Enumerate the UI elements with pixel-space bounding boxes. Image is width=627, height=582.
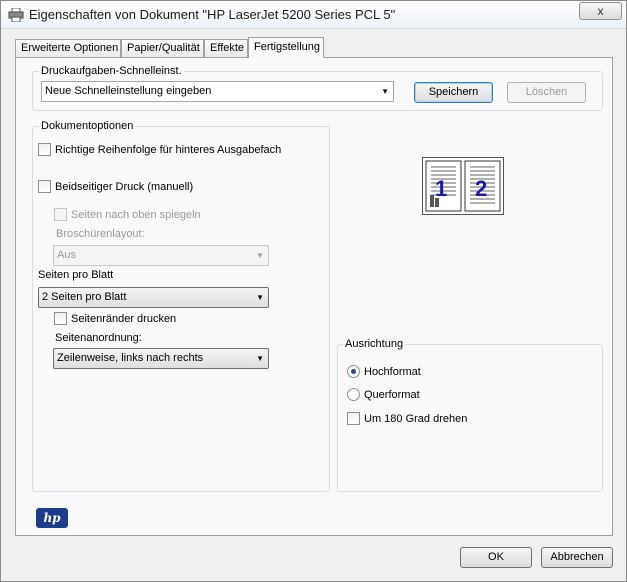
save-quickset-button[interactable]: Speichern bbox=[414, 82, 493, 103]
printer-icon bbox=[8, 8, 24, 22]
chevron-down-icon: ▼ bbox=[256, 293, 264, 302]
booklet-layout-dropdown[interactable]: Aus ▼ bbox=[53, 245, 269, 266]
landscape-radio[interactable]: Querformat bbox=[347, 388, 420, 401]
checkbox-box bbox=[54, 312, 67, 325]
orientation-group-label: Ausrichtung bbox=[343, 338, 406, 350]
quickset-value: Neue Schnelleinstellung eingeben bbox=[45, 85, 212, 97]
hp-logo: hp bbox=[36, 508, 68, 528]
rotate-180-checkbox[interactable]: Um 180 Grad drehen bbox=[347, 412, 467, 425]
tab-finishing[interactable]: Fertigstellung bbox=[248, 37, 324, 58]
checkbox-box bbox=[347, 412, 360, 425]
window-title: Eigenschaften von Dokument "HP LaserJet … bbox=[29, 7, 396, 22]
checkbox-box bbox=[38, 180, 51, 193]
tab-paper-quality[interactable]: Papier/Qualität bbox=[121, 39, 204, 57]
layout-preview: 1 2 bbox=[422, 157, 504, 215]
ok-button[interactable]: OK bbox=[460, 547, 532, 568]
cancel-button[interactable]: Abbrechen bbox=[541, 547, 613, 568]
portrait-label: Hochformat bbox=[364, 365, 421, 378]
reverse-order-label: Richtige Reihenfolge für hinteres Ausgab… bbox=[55, 143, 282, 156]
landscape-label: Querformat bbox=[364, 388, 420, 401]
pages-per-sheet-label: Seiten pro Blatt bbox=[38, 269, 114, 281]
portrait-radio[interactable]: Hochformat bbox=[347, 365, 421, 378]
booklet-layout-value: Aus bbox=[57, 249, 76, 261]
pages-per-sheet-value: 2 Seiten pro Blatt bbox=[42, 291, 127, 303]
tab-effects[interactable]: Effekte bbox=[204, 39, 248, 57]
rotate-180-label: Um 180 Grad drehen bbox=[364, 412, 468, 425]
two-up-preview-image: 1 2 bbox=[425, 160, 501, 212]
page-order-label: Seitenanordnung: bbox=[55, 332, 142, 344]
print-borders-label: Seitenränder drucken bbox=[71, 312, 177, 325]
flip-pages-label: Seiten nach oben spiegeln bbox=[71, 208, 201, 221]
radio-dot bbox=[347, 365, 360, 378]
quickset-dropdown[interactable]: Neue Schnelleinstellung eingeben ▼ bbox=[41, 81, 394, 102]
checkbox-box bbox=[38, 143, 51, 156]
chevron-down-icon: ▼ bbox=[256, 251, 264, 260]
title-bar: Eigenschaften von Dokument "HP LaserJet … bbox=[1, 1, 626, 29]
booklet-layout-label: Broschürenlayout: bbox=[56, 228, 145, 240]
close-button[interactable]: x bbox=[579, 2, 622, 20]
properties-dialog: Eigenschaften von Dokument "HP LaserJet … bbox=[0, 0, 627, 582]
quickset-group-label: Druckaufgaben-Schnelleinst. bbox=[39, 65, 184, 77]
tab-advanced[interactable]: Erweiterte Optionen bbox=[15, 39, 121, 57]
radio-dot bbox=[347, 388, 360, 401]
checkbox-box bbox=[54, 208, 67, 221]
page-order-value: Zeilenweise, links nach rechts bbox=[57, 352, 204, 364]
chevron-down-icon: ▼ bbox=[256, 354, 264, 363]
preview-page-2-number: 2 bbox=[475, 176, 487, 201]
page-order-dropdown[interactable]: Zeilenweise, links nach rechts ▼ bbox=[53, 348, 269, 369]
document-options-group-label: Dokumentoptionen bbox=[39, 120, 136, 132]
duplex-label: Beidseitiger Druck (manuell) bbox=[55, 180, 194, 193]
close-icon: x bbox=[597, 4, 604, 18]
print-borders-checkbox[interactable]: Seitenränder drucken bbox=[54, 312, 176, 325]
duplex-checkbox[interactable]: Beidseitiger Druck (manuell) bbox=[38, 180, 193, 193]
flip-pages-checkbox[interactable]: Seiten nach oben spiegeln bbox=[54, 208, 201, 221]
preview-page-1-number: 1 bbox=[435, 176, 447, 201]
delete-quickset-button[interactable]: Löschen bbox=[507, 82, 586, 103]
reverse-order-checkbox[interactable]: Richtige Reihenfolge für hinteres Ausgab… bbox=[38, 143, 281, 156]
pages-per-sheet-dropdown[interactable]: 2 Seiten pro Blatt ▼ bbox=[38, 287, 269, 308]
chevron-down-icon: ▼ bbox=[381, 87, 389, 96]
